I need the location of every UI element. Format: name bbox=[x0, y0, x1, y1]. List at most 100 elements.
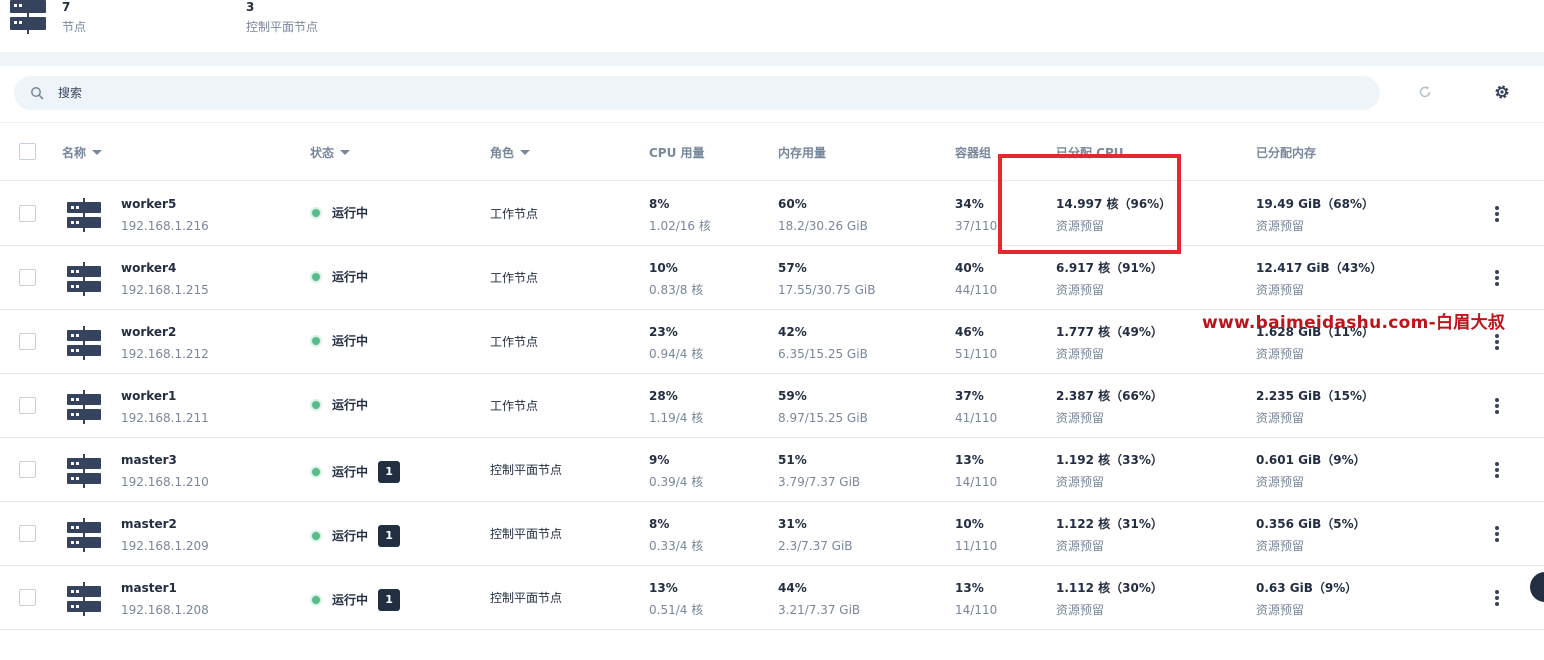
node-role: 工作节点 bbox=[490, 207, 539, 221]
node-ip: 192.168.1.208 bbox=[121, 603, 209, 617]
column-status-header[interactable]: 状态 bbox=[310, 145, 351, 161]
table-row[interactable]: worker4 192.168.1.215 运行中 工作节点 10% 0.83/8 核 57… bbox=[0, 246, 1544, 310]
node-ip: 192.168.1.212 bbox=[121, 347, 209, 361]
cpu-usage-detail: 0.51/4 核 bbox=[649, 603, 704, 617]
table-row[interactable]: worker5 192.168.1.216 运行中 工作节点 8% 1.02/16 核 60… bbox=[0, 182, 1544, 246]
control-plane-count-label: 控制平面节点 bbox=[246, 20, 319, 34]
more-actions-icon[interactable] bbox=[1495, 206, 1499, 224]
pods-usage-percent: 37% bbox=[955, 389, 984, 403]
search-placeholder[interactable]: 搜索 bbox=[58, 85, 82, 101]
node-ip: 192.168.1.215 bbox=[121, 283, 209, 297]
more-actions-icon[interactable] bbox=[1495, 462, 1499, 480]
allocated-memory: 0.63 GiB（9%） bbox=[1256, 581, 1358, 595]
node-role: 控制平面节点 bbox=[490, 527, 563, 541]
taint-count-badge[interactable]: 1 bbox=[378, 525, 401, 547]
pods-usage-detail: 14/110 bbox=[955, 603, 998, 617]
row-checkbox[interactable] bbox=[19, 397, 36, 414]
node-status: 运行中 bbox=[312, 397, 368, 413]
pods-usage-percent: 40% bbox=[955, 261, 984, 275]
row-checkbox[interactable] bbox=[19, 269, 36, 286]
node-name-link[interactable]: worker1 bbox=[121, 388, 176, 404]
column-memory-header: 内存用量 bbox=[778, 146, 827, 160]
refresh-icon[interactable] bbox=[1416, 83, 1434, 101]
more-actions-icon[interactable] bbox=[1495, 590, 1499, 608]
search-bar[interactable]: 搜索 bbox=[14, 76, 1380, 110]
status-text: 运行中 bbox=[332, 206, 369, 220]
pods-usage-detail: 41/110 bbox=[955, 411, 998, 425]
table-row[interactable]: worker1 192.168.1.211 运行中 工作节点 28% 1.19/4 核 59… bbox=[0, 374, 1544, 438]
pods-usage-percent: 13% bbox=[955, 453, 984, 467]
allocated-cpu: 1.192 核（33%） bbox=[1056, 453, 1163, 467]
node-count-label: 节点 bbox=[62, 20, 87, 34]
memory-usage-percent: 31% bbox=[778, 517, 807, 531]
node-name-link[interactable]: worker5 bbox=[121, 196, 176, 212]
memory-usage-percent: 59% bbox=[778, 389, 807, 403]
table-row[interactable]: master2 192.168.1.209 运行中 1 控制平面节点 8% 0.33/4 核… bbox=[0, 502, 1544, 566]
node-ip: 192.168.1.211 bbox=[121, 411, 209, 425]
more-actions-icon[interactable] bbox=[1495, 334, 1499, 352]
column-role-header[interactable]: 角色 bbox=[490, 145, 531, 161]
row-checkbox[interactable] bbox=[19, 333, 36, 350]
row-checkbox[interactable] bbox=[19, 461, 36, 478]
cpu-usage-percent: 13% bbox=[649, 581, 678, 595]
status-running-icon bbox=[312, 532, 320, 540]
node-role: 工作节点 bbox=[490, 399, 539, 413]
cpu-usage-detail: 0.94/4 核 bbox=[649, 347, 704, 361]
allocated-cpu-label: 资源预留 bbox=[1056, 539, 1105, 553]
memory-usage-detail: 18.2/30.26 GiB bbox=[778, 219, 868, 233]
node-server-icon bbox=[67, 518, 103, 558]
column-name-label: 名称 bbox=[62, 146, 87, 160]
node-server-icon bbox=[67, 454, 103, 494]
allocated-memory-label: 资源预留 bbox=[1256, 411, 1305, 425]
allocated-cpu: 1.777 核（49%） bbox=[1056, 325, 1163, 339]
more-actions-icon[interactable] bbox=[1495, 526, 1499, 544]
status-running-icon bbox=[312, 337, 320, 345]
allocated-cpu: 2.387 核（66%） bbox=[1056, 389, 1163, 403]
row-checkbox[interactable] bbox=[19, 589, 36, 606]
cpu-usage-percent: 23% bbox=[649, 325, 678, 339]
node-ip: 192.168.1.209 bbox=[121, 539, 209, 553]
column-pods-header: 容器组 bbox=[955, 146, 992, 160]
column-status-label: 状态 bbox=[310, 146, 335, 160]
more-actions-icon[interactable] bbox=[1495, 270, 1499, 288]
column-name-header[interactable]: 名称 bbox=[62, 145, 103, 161]
node-name-link[interactable]: master3 bbox=[121, 452, 177, 468]
row-checkbox[interactable] bbox=[19, 525, 36, 542]
node-name-link[interactable]: worker4 bbox=[121, 260, 176, 276]
allocated-cpu: 1.112 核（30%） bbox=[1056, 581, 1163, 595]
pods-usage-detail: 51/110 bbox=[955, 347, 998, 361]
cpu-usage-percent: 8% bbox=[649, 197, 670, 211]
pods-usage-detail: 11/110 bbox=[955, 539, 998, 553]
node-name-link[interactable]: master2 bbox=[121, 516, 177, 532]
memory-usage-percent: 57% bbox=[778, 261, 807, 275]
node-name-link[interactable]: worker2 bbox=[121, 324, 176, 340]
node-server-icon bbox=[67, 326, 103, 366]
status-text: 运行中 bbox=[332, 593, 369, 607]
table-row[interactable]: master3 192.168.1.210 运行中 1 控制平面节点 9% 0.39/4 核… bbox=[0, 438, 1544, 502]
node-name-link[interactable]: master1 bbox=[121, 580, 177, 596]
cpu-usage-detail: 0.83/8 核 bbox=[649, 283, 704, 297]
allocated-memory: 2.235 GiB（15%） bbox=[1256, 389, 1374, 403]
allocated-memory-label: 资源预留 bbox=[1256, 219, 1305, 233]
memory-usage-detail: 2.3/7.37 GiB bbox=[778, 539, 853, 553]
row-checkbox[interactable] bbox=[19, 205, 36, 222]
node-role: 控制平面节点 bbox=[490, 591, 563, 605]
cluster-summary: 7 节点 3 控制平面节点 bbox=[0, 0, 1544, 52]
server-icon bbox=[10, 0, 46, 34]
status-running-icon bbox=[312, 209, 320, 217]
status-running-icon bbox=[312, 468, 320, 476]
node-status: 运行中 bbox=[312, 333, 368, 349]
node-status: 运行中 bbox=[312, 205, 368, 221]
table-row[interactable]: master1 192.168.1.208 运行中 1 控制平面节点 13% 0.51/4 … bbox=[0, 566, 1544, 630]
more-actions-icon[interactable] bbox=[1495, 398, 1499, 416]
node-ip: 192.168.1.216 bbox=[121, 219, 209, 233]
node-status: 运行中 1 bbox=[312, 461, 401, 483]
gear-icon[interactable] bbox=[1493, 83, 1511, 101]
taint-count-badge[interactable]: 1 bbox=[378, 589, 401, 611]
pods-usage-detail: 44/110 bbox=[955, 283, 998, 297]
node-status: 运行中 bbox=[312, 269, 368, 285]
allocated-memory: 12.417 GiB（43%） bbox=[1256, 261, 1383, 275]
select-all-checkbox[interactable] bbox=[19, 143, 36, 160]
taint-count-badge[interactable]: 1 bbox=[378, 461, 401, 483]
node-status: 运行中 1 bbox=[312, 525, 401, 547]
